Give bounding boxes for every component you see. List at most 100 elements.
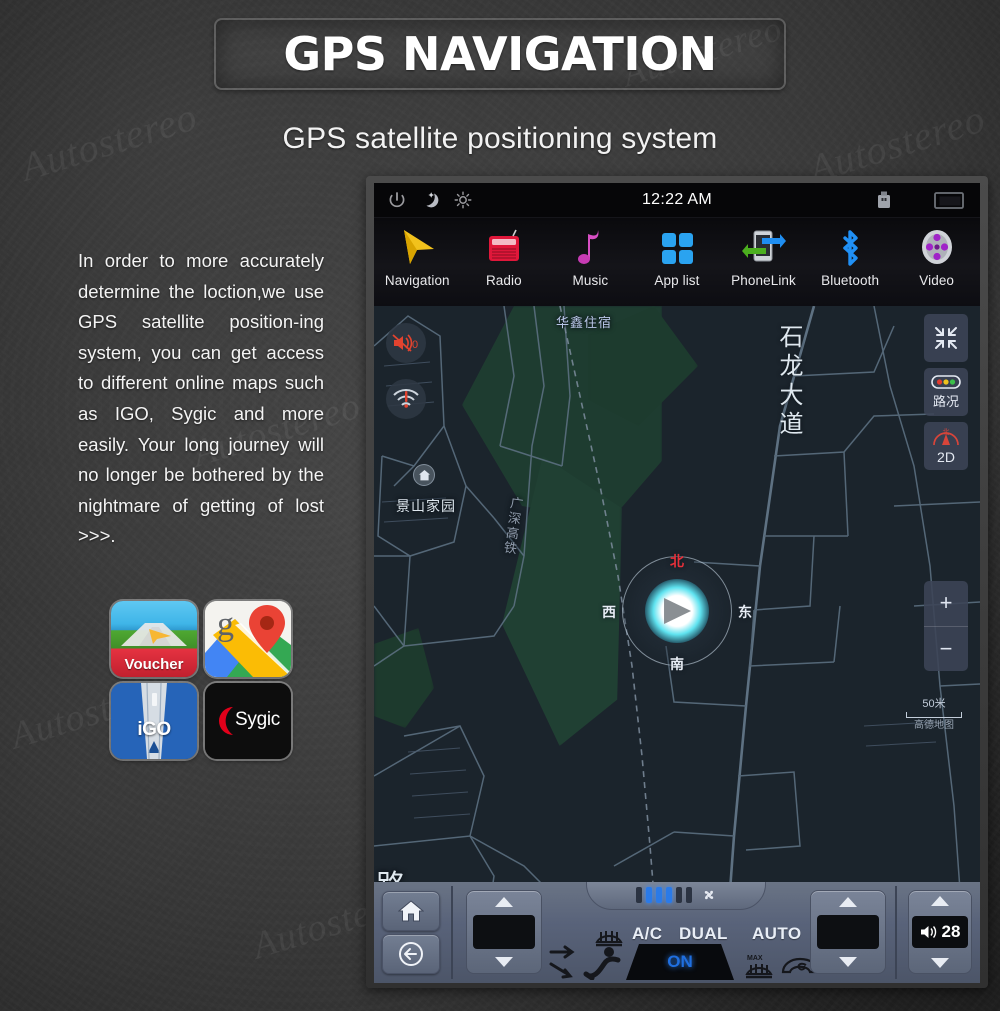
page-title: GPS NAVIGATION	[283, 27, 717, 81]
vent-louver	[636, 887, 642, 903]
svg-text:g: g	[217, 606, 234, 643]
app-button-phonelink[interactable]: PhoneLink	[722, 224, 806, 288]
app-button-label: PhoneLink	[731, 273, 796, 288]
vehicle-compass-marker: 北 南 西 东	[602, 553, 752, 672]
app-icon-label: iGO	[137, 719, 171, 740]
map-view-mode-button[interactable]: 北 2D	[924, 422, 968, 470]
vent-louver	[666, 887, 672, 903]
voucher-navigation-icon	[121, 623, 187, 646]
bluetooth-icon	[829, 224, 871, 270]
map-zoom-out-button[interactable]: −	[924, 627, 968, 672]
compass-south-label: 南	[670, 656, 684, 672]
vent-louver	[656, 887, 662, 903]
app-button-bluetooth[interactable]: Bluetooth	[808, 224, 892, 288]
map-traffic-label: 路况	[932, 393, 959, 409]
music-note-icon	[569, 224, 611, 270]
panel-divider	[451, 886, 453, 979]
description-text: In order to more accurately determine th…	[78, 250, 324, 547]
map-mute-button[interactable]: 0	[386, 323, 426, 363]
volume-up-icon[interactable]	[931, 896, 949, 906]
phonelink-icon	[741, 224, 786, 270]
app-button-music[interactable]: Music	[548, 224, 632, 288]
app-shortcut-bar: Navigation Radio Music App list PhoneLin…	[374, 218, 980, 306]
radio-icon	[483, 224, 525, 270]
temp-up-icon[interactable]	[839, 897, 857, 907]
vent-louver	[686, 887, 692, 903]
temp-down-icon[interactable]	[495, 957, 513, 967]
temp-down-icon[interactable]	[839, 957, 857, 967]
temp-up-icon[interactable]	[495, 897, 513, 907]
app-button-label: Video	[919, 273, 955, 288]
seat-airflow-icon[interactable]	[582, 946, 624, 980]
volume-rocker[interactable]: 28	[908, 890, 972, 974]
home-poi-icon	[418, 469, 430, 480]
app-grid-icon	[656, 224, 698, 270]
panel-divider	[895, 886, 897, 979]
google-maps-icon: g	[205, 601, 291, 677]
climate-ac-label[interactable]: A/C	[632, 924, 662, 944]
volume-down-icon[interactable]	[931, 958, 949, 968]
right-temperature-rocker[interactable]	[810, 890, 886, 974]
map-scale-distance: 50米	[922, 698, 946, 710]
map-gps-signal-button[interactable]	[386, 379, 426, 419]
speaker-icon	[920, 926, 936, 938]
vent-louver	[646, 887, 652, 903]
volume-value: 28	[941, 922, 961, 941]
compass-west-label: 西	[602, 604, 616, 620]
svg-text:北: 北	[943, 428, 950, 436]
hardware-home-button[interactable]	[382, 891, 440, 931]
map-poi-marker[interactable]	[413, 464, 435, 486]
climate-dual-label[interactable]: DUAL	[679, 924, 728, 944]
vent-indicator	[586, 882, 766, 910]
usb-icon[interactable]	[876, 190, 892, 210]
left-temperature-rocker[interactable]	[466, 890, 542, 974]
map-canvas[interactable]: 华鑫住宿 景山家园 广深高铁 路 石龙大道 0	[374, 306, 980, 973]
app-icon-label: Sygic	[235, 709, 280, 730]
map-traffic-button[interactable]: 路况	[924, 368, 968, 416]
fan-icon	[704, 890, 714, 900]
speaker-mute-icon: 0	[392, 334, 418, 352]
map-scale-bar: 50米 高德地图	[902, 698, 966, 732]
signal-wave-icon	[393, 389, 419, 408]
app-icon-google-maps[interactable]: g	[205, 601, 291, 677]
traffic-light-icon	[931, 374, 961, 389]
app-button-navigation[interactable]: Navigation	[375, 224, 459, 288]
video-reel-icon	[916, 224, 958, 270]
page-subtitle: GPS satellite positioning system	[282, 122, 718, 155]
climate-control-panel: A/C DUAL AUTO ON MAX 28	[374, 882, 980, 983]
heading-arrow-icon	[664, 598, 692, 624]
compass-east-label: 东	[738, 604, 752, 620]
app-button-label: Navigation	[384, 273, 450, 288]
app-button-label: Music	[572, 273, 609, 288]
map-zoom-in-button[interactable]: +	[924, 581, 968, 627]
map-fullscreen-button[interactable]	[924, 314, 968, 362]
rear-defrost-icon[interactable]: MAX	[742, 954, 776, 980]
map-scale-ruler	[906, 712, 962, 718]
display-icon[interactable]	[934, 190, 964, 210]
compass-north-label: 北	[670, 553, 684, 569]
front-defrost-icon[interactable]	[593, 926, 625, 950]
app-icon-label: Voucher	[124, 656, 184, 673]
volume-display: 28	[912, 916, 968, 948]
map-zoom-controls: + −	[924, 581, 968, 671]
map-attribution: 高德地图	[914, 720, 954, 731]
app-button-video[interactable]: Video	[895, 224, 979, 288]
climate-on-button[interactable]: ON	[626, 944, 734, 980]
climate-auto-label[interactable]: AUTO	[752, 924, 801, 944]
map-view-mode-label: 2D	[937, 448, 955, 465]
title-plate: GPS NAVIGATION	[214, 18, 786, 90]
app-button-radio[interactable]: Radio	[462, 224, 546, 288]
app-icon-igo[interactable]: iGO	[111, 683, 197, 759]
hardware-back-button[interactable]	[382, 934, 440, 974]
home-icon	[398, 900, 424, 922]
app-button-label: App list	[654, 273, 700, 288]
app-button-label: Radio	[485, 273, 522, 288]
head-unit-screen: 12:22 AM Navigation Radio Music App list…	[374, 183, 980, 979]
app-button-app-list[interactable]: App list	[635, 224, 719, 288]
navigation-arrow-icon	[396, 224, 438, 270]
app-icon-voucher[interactable]: Voucher	[111, 601, 197, 677]
left-temperature-display	[473, 915, 535, 949]
compass-2d-icon: 北	[933, 428, 959, 445]
app-icon-sygic[interactable]: Sygic	[205, 683, 291, 759]
app-button-label: Bluetooth	[821, 273, 880, 288]
